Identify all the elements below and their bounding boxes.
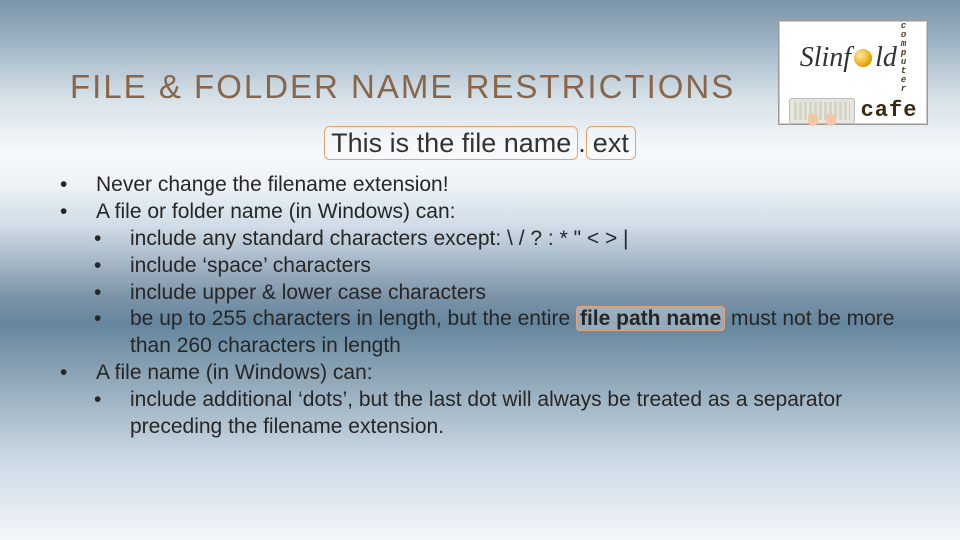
- sub-bullet-item: •include ‘space’ characters: [130, 253, 900, 280]
- bullet-text: Never change the filename extension!: [96, 173, 449, 196]
- sub-bullet-item: •include additional ‘dots’, but the last…: [130, 387, 900, 441]
- filename-example: This is the file name.ext: [0, 128, 960, 159]
- filepath-highlight: file path name: [576, 306, 725, 331]
- bullet-text: A file or folder name (in Windows) can:: [96, 200, 455, 223]
- sub-bullet-item: •be up to 255 characters in length, but …: [130, 306, 900, 360]
- logo-cafe: cafe: [861, 98, 918, 123]
- slide: FILE & FOLDER NAME RESTRICTIONS Slinf ld…: [0, 0, 960, 540]
- logo-vertical-text: computer: [901, 22, 906, 94]
- keyboard-icon: [789, 98, 855, 124]
- filename-highlight: This is the file name: [324, 126, 578, 160]
- filename-dot: .: [578, 128, 586, 158]
- logo-word-2: ld: [875, 42, 897, 74]
- extension-highlight: ext: [586, 126, 636, 160]
- slide-body: •Never change the filename extension! •A…: [72, 172, 900, 441]
- hand-icon: [826, 114, 836, 126]
- bullet-item: •Never change the filename extension!: [96, 172, 900, 199]
- logo-word-1: Slinf: [800, 42, 851, 74]
- bullet-text: include upper & lower case characters: [130, 281, 486, 304]
- bullet-text: A file name (in Windows) can:: [96, 361, 373, 384]
- sub-bullet-item: •include upper & lower case characters: [130, 280, 900, 307]
- bullet-item: •A file name (in Windows) can:: [96, 360, 900, 387]
- slide-title: FILE & FOLDER NAME RESTRICTIONS: [70, 68, 735, 106]
- bullet-item: •A file or folder name (in Windows) can:: [96, 199, 900, 226]
- disc-icon: [854, 49, 872, 67]
- bullet-text: include additional ‘dots’, but the last …: [130, 388, 842, 438]
- bullet-text: be up to 255 characters in length, but t…: [130, 307, 570, 330]
- sub-bullet-item: •include any standard characters except:…: [130, 226, 900, 253]
- brand-logo: Slinf ld computer cafe: [778, 20, 928, 125]
- logo-text: Slinf ld computer: [800, 22, 907, 94]
- bullet-text: include any standard characters except: …: [130, 227, 629, 250]
- hand-icon: [808, 114, 818, 126]
- logo-row-2: cafe: [789, 98, 918, 124]
- bullet-text: include ‘space’ characters: [130, 254, 371, 277]
